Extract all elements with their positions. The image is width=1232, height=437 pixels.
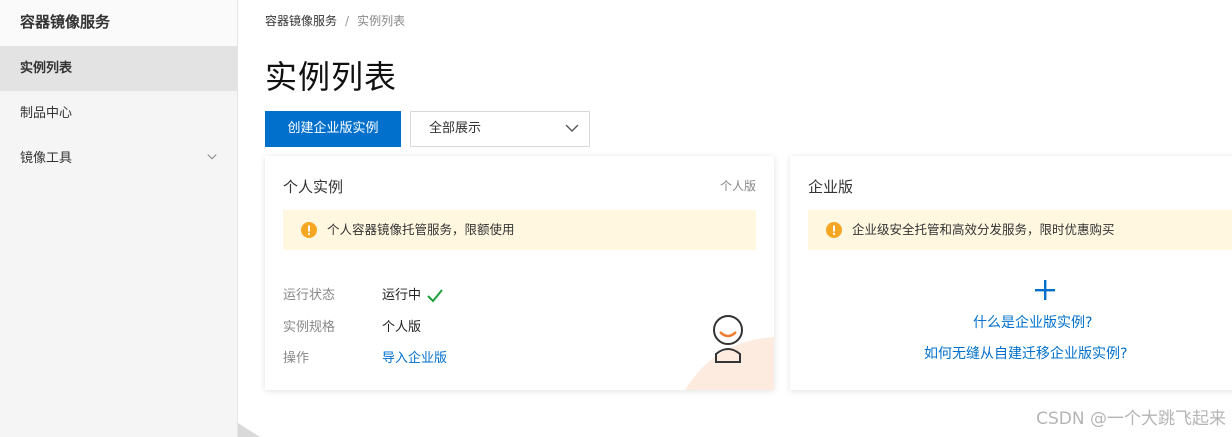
notice-text: 个人容器镜像托管服务，限额使用 (327, 222, 515, 237)
check-icon (427, 288, 443, 302)
spec-value: 个人版 (382, 320, 422, 335)
warning-icon (301, 222, 317, 238)
breadcrumb-current: 实例列表 (357, 14, 406, 28)
breadcrumb: 容器镜像服务 / 实例列表 (265, 12, 405, 29)
display-filter-value: 全部展示 (429, 121, 482, 136)
status-label: 运行状态 (283, 288, 336, 303)
sidebar-item-instance-list[interactable]: 实例列表 (0, 46, 237, 91)
avatar-illustration-icon (713, 315, 743, 363)
sidebar-title: 容器镜像服务 (0, 0, 237, 46)
page-fold-decoration (238, 423, 260, 437)
personal-instance-card: 个人实例 个人版 个人容器镜像托管服务，限额使用 运行状态 运行中 实例规格 个人版… (265, 156, 774, 390)
notice-banner: 企业级安全托管和高效分发服务，限时优惠购买 (808, 210, 1232, 250)
action-row: 操作 导入企业版 (283, 347, 447, 366)
enterprise-instance-card: 企业版 企业级安全托管和高效分发服务，限时优惠购买 什么是企业版实例? 如何无缝… (790, 156, 1232, 390)
notice-banner: 个人容器镜像托管服务，限额使用 (283, 210, 756, 250)
breadcrumb-root[interactable]: 容器镜像服务 (265, 14, 337, 28)
warning-icon (826, 222, 842, 238)
breadcrumb-separator: / (345, 14, 350, 28)
sidebar-item-image-tools[interactable]: 镜像工具 (0, 136, 237, 181)
page-title: 实例列表 (265, 58, 398, 96)
display-filter-select[interactable]: 全部展示 (410, 111, 590, 147)
sidebar-item-label: 实例列表 (20, 61, 73, 76)
import-enterprise-link[interactable]: 导入企业版 (382, 347, 447, 366)
sidebar-item-artifact-center[interactable]: 制品中心 (0, 91, 237, 136)
chevron-down-icon (565, 124, 579, 132)
card-title: 个人实例 (283, 178, 344, 196)
sidebar: 容器镜像服务 实例列表 制品中心 镜像工具 (0, 0, 238, 437)
notice-text: 企业级安全托管和高效分发服务，限时优惠购买 (852, 222, 1115, 237)
plus-icon[interactable] (1033, 278, 1057, 302)
create-enterprise-instance-button[interactable]: 创建企业版实例 (265, 111, 401, 147)
spec-label: 实例规格 (283, 320, 336, 335)
sidebar-item-label: 镜像工具 (20, 151, 73, 166)
main-content: 容器镜像服务 / 实例列表 实例列表 创建企业版实例 全部展示 个人实例 个人版 个… (265, 0, 1232, 437)
action-label: 操作 (283, 351, 310, 366)
what-is-enterprise-link[interactable]: 什么是企业版实例? (973, 312, 1092, 332)
spec-row: 实例规格 个人版 (283, 316, 421, 335)
edition-tag: 个人版 (719, 179, 756, 193)
migrate-to-enterprise-link[interactable]: 如何无缝从自建迁移企业版实例? (924, 343, 1127, 363)
status-row: 运行状态 运行中 (283, 284, 443, 303)
card-title: 企业版 (808, 178, 854, 196)
status-value: 运行中 (382, 288, 422, 303)
watermark: CSDN @一个大跳飞起来 (1036, 409, 1226, 429)
chevron-down-icon (207, 154, 217, 160)
sidebar-item-label: 制品中心 (20, 106, 73, 121)
